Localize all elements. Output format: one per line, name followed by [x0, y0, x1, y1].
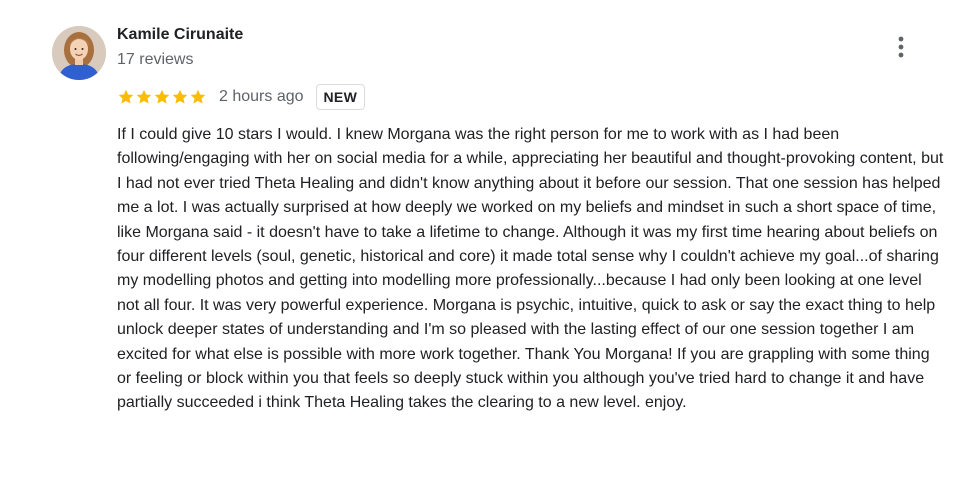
star-icon: [118, 89, 134, 104]
star-icon: [190, 89, 206, 104]
more-vert-icon: [898, 36, 904, 58]
review-time: 2 hours ago: [219, 88, 304, 105]
reviewer-name[interactable]: Kamile Cirunaite: [117, 26, 243, 44]
avatar-photo: [52, 26, 106, 80]
star-icon: [136, 89, 152, 104]
review-card: Kamile Cirunaite 17 reviews 2 hours ago …: [0, 0, 964, 504]
reviewer-avatar[interactable]: [52, 26, 106, 80]
reviewer-review-count: 17 reviews: [117, 51, 194, 68]
star-rating: [117, 88, 207, 106]
star-icon: [172, 89, 188, 104]
rating-row: 2 hours ago NEW: [117, 84, 366, 110]
review-text: If I could give 10 stars I would. I knew…: [117, 126, 944, 412]
new-badge: NEW: [315, 84, 366, 110]
more-options-button[interactable]: [886, 32, 916, 62]
star-icon: [154, 89, 170, 104]
